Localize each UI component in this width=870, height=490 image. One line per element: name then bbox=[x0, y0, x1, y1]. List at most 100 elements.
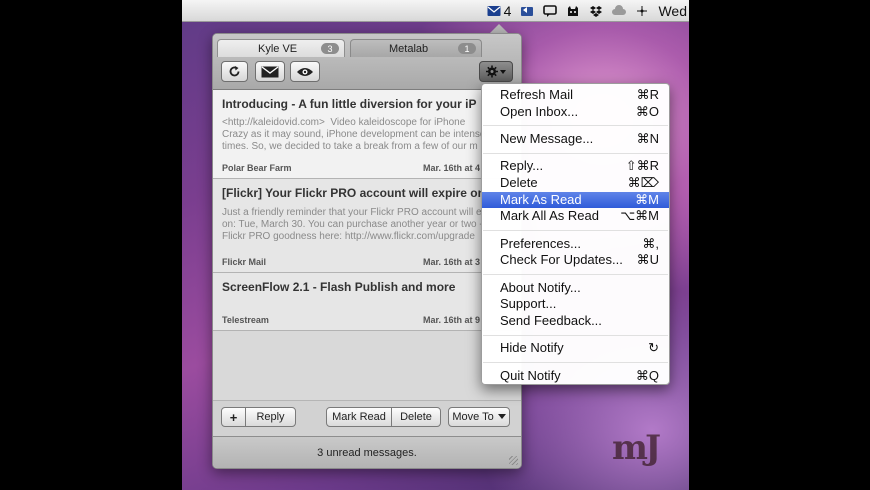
mail-subject: [Flickr] Your Flickr PRO account will ex… bbox=[222, 186, 485, 200]
cat-icon[interactable] bbox=[566, 5, 580, 17]
mail-list: Introducing - A fun little diversion for… bbox=[213, 90, 521, 400]
menu-item-shortcut: ⌘, bbox=[642, 235, 659, 251]
menu-item-support[interactable]: Support... bbox=[482, 296, 669, 313]
delete-button[interactable]: Delete bbox=[391, 407, 441, 427]
mark-read-button[interactable]: Mark Read bbox=[326, 407, 392, 427]
menu-item-quit-notify[interactable]: Quit Notify ⌘Q bbox=[482, 368, 669, 385]
gear-icon bbox=[486, 65, 506, 78]
watermark-logo: mJ bbox=[612, 428, 661, 468]
mail-date: Mar. 16th at 4 bbox=[423, 163, 481, 173]
refresh-icon bbox=[229, 66, 240, 77]
menu-separator bbox=[482, 330, 669, 341]
unread-badge: 1 bbox=[458, 43, 476, 54]
desktop: 4 Wed mJ Kyle VE 3 Metalab 1 Introducing… bbox=[182, 0, 689, 490]
dropbox-icon[interactable] bbox=[589, 5, 603, 17]
menu-separator bbox=[482, 148, 669, 159]
menu-item-label: Hide Notify bbox=[500, 340, 564, 356]
menu-item-refresh-mail[interactable]: Refresh Mail ⌘R bbox=[482, 87, 669, 104]
chevron-down-icon bbox=[497, 414, 506, 419]
menu-item-label: Mark All As Read bbox=[500, 208, 599, 224]
menu-item-hide-notify[interactable]: Hide Notify ↻ bbox=[482, 340, 669, 357]
resize-grip[interactable] bbox=[509, 456, 518, 465]
cloud-icon[interactable] bbox=[612, 4, 627, 17]
eye-icon bbox=[297, 67, 313, 76]
compose-button[interactable] bbox=[255, 61, 285, 82]
notify-status-item[interactable]: 4 bbox=[487, 2, 512, 19]
tab-kyle-ve[interactable]: Kyle VE 3 bbox=[217, 39, 345, 57]
menu-item-label: Quit Notify bbox=[500, 367, 561, 383]
menu-item-about-notify[interactable]: About Notify... bbox=[482, 280, 669, 297]
mail-sender: Polar Bear Farm bbox=[222, 163, 292, 173]
menu-separator bbox=[482, 120, 669, 131]
menu-separator bbox=[482, 269, 669, 280]
menu-item-label: Check For Updates... bbox=[500, 252, 623, 268]
move-to-label: Move To bbox=[452, 411, 494, 423]
menubar-clock[interactable]: Wed bbox=[658, 3, 687, 19]
menu-item-label: Mark As Read bbox=[500, 191, 582, 207]
gear-menu-button[interactable] bbox=[479, 61, 513, 82]
notify-panel: Kyle VE 3 Metalab 1 Introducing - A fun … bbox=[212, 33, 522, 469]
chat-icon[interactable] bbox=[543, 4, 558, 17]
unread-badge: 3 bbox=[321, 43, 339, 54]
add-button[interactable]: + bbox=[221, 407, 246, 427]
tab-label: Metalab bbox=[389, 42, 429, 55]
menu-item-check-for-updates[interactable]: Check For Updates... ⌘U bbox=[482, 252, 669, 269]
mail-date: Mar. 16th at 9 bbox=[423, 315, 481, 325]
menu-separator bbox=[482, 225, 669, 236]
menu-item-mark-all-as-read[interactable]: Mark All As Read ⌥⌘M bbox=[482, 208, 669, 225]
menu-item-label: Delete bbox=[500, 174, 538, 190]
menu-item-label: Preferences... bbox=[500, 235, 581, 251]
mail-preview: <http://kaleidovid.com> Video kaleidosco… bbox=[222, 117, 486, 152]
menu-item-label: Refresh Mail bbox=[500, 87, 573, 102]
envelope-icon bbox=[261, 65, 279, 77]
menu-item-reply[interactable]: Reply... ⇧⌘R bbox=[482, 158, 669, 175]
menu-item-shortcut: ⌥⌘M bbox=[620, 208, 659, 224]
menu-item-mark-as-read[interactable]: Mark As Read ⌘M bbox=[482, 191, 669, 209]
gear-context-menu: Refresh Mail ⌘R Open Inbox... ⌘O New Message… bbox=[481, 83, 670, 385]
menu-item-label: Open Inbox... bbox=[500, 103, 579, 119]
menu-separator bbox=[482, 357, 669, 368]
menu-item-label: Send Feedback... bbox=[500, 312, 602, 328]
menu-item-label: About Notify... bbox=[500, 279, 581, 295]
menu-item-shortcut: ⌘N bbox=[636, 130, 659, 146]
preview-button[interactable] bbox=[290, 61, 320, 82]
menu-item-shortcut: ⌘U bbox=[636, 252, 659, 268]
tab-metalab[interactable]: Metalab 1 bbox=[350, 39, 482, 57]
menu-item-shortcut: ⌘R bbox=[636, 87, 659, 102]
mail-sender: Flickr Mail bbox=[222, 257, 267, 267]
menu-item-new-message[interactable]: New Message... ⌘N bbox=[482, 131, 669, 148]
list-item[interactable]: Introducing - A fun little diversion for… bbox=[213, 90, 521, 179]
menu-item-label: Reply... bbox=[500, 158, 544, 174]
menu-item-shortcut: ↻ bbox=[648, 340, 659, 356]
list-item[interactable]: ScreenFlow 2.1 - Flash Publish and more … bbox=[213, 273, 521, 331]
refresh-button[interactable] bbox=[221, 61, 248, 82]
mail-subject: ScreenFlow 2.1 - Flash Publish and more bbox=[222, 280, 456, 294]
inbox-icon[interactable] bbox=[520, 5, 534, 17]
menu-item-label: Support... bbox=[500, 296, 557, 312]
move-to-button[interactable]: Move To bbox=[448, 407, 510, 427]
unread-count-text: 3 unread messages. bbox=[317, 446, 417, 459]
tab-label: Kyle VE bbox=[258, 42, 298, 55]
mail-date: Mar. 16th at 3 bbox=[423, 257, 481, 267]
spaces-icon[interactable] bbox=[635, 5, 649, 17]
menu-item-shortcut: ⌘⌦ bbox=[627, 174, 659, 190]
menu-item-label: New Message... bbox=[500, 130, 594, 146]
action-bar: + Reply Mark Read Delete Move To bbox=[213, 400, 521, 436]
reply-button[interactable]: Reply bbox=[245, 407, 296, 427]
menu-item-delete[interactable]: Delete ⌘⌦ bbox=[482, 175, 669, 192]
menu-item-send-feedback[interactable]: Send Feedback... bbox=[482, 313, 669, 330]
panel-toolbar: Kyle VE 3 Metalab 1 bbox=[213, 34, 521, 90]
menu-item-preferences[interactable]: Preferences... ⌘, bbox=[482, 236, 669, 253]
list-item[interactable]: [Flickr] Your Flickr PRO account will ex… bbox=[213, 179, 521, 273]
menu-item-shortcut: ⌘M bbox=[635, 191, 659, 207]
mail-count: 4 bbox=[503, 2, 512, 19]
menu-item-shortcut: ⇧⌘R bbox=[625, 158, 659, 174]
status-bar: 3 unread messages. bbox=[213, 436, 521, 468]
menu-item-shortcut: ⌘Q bbox=[635, 367, 659, 383]
envelope-icon bbox=[487, 5, 501, 16]
menu-item-shortcut: ⌘O bbox=[635, 103, 659, 119]
menu-bar: 4 Wed bbox=[182, 0, 689, 22]
mail-sender: Telestream bbox=[222, 315, 269, 325]
mail-subject: Introducing - A fun little diversion for… bbox=[222, 97, 477, 111]
menu-item-open-inbox[interactable]: Open Inbox... ⌘O bbox=[482, 104, 669, 121]
